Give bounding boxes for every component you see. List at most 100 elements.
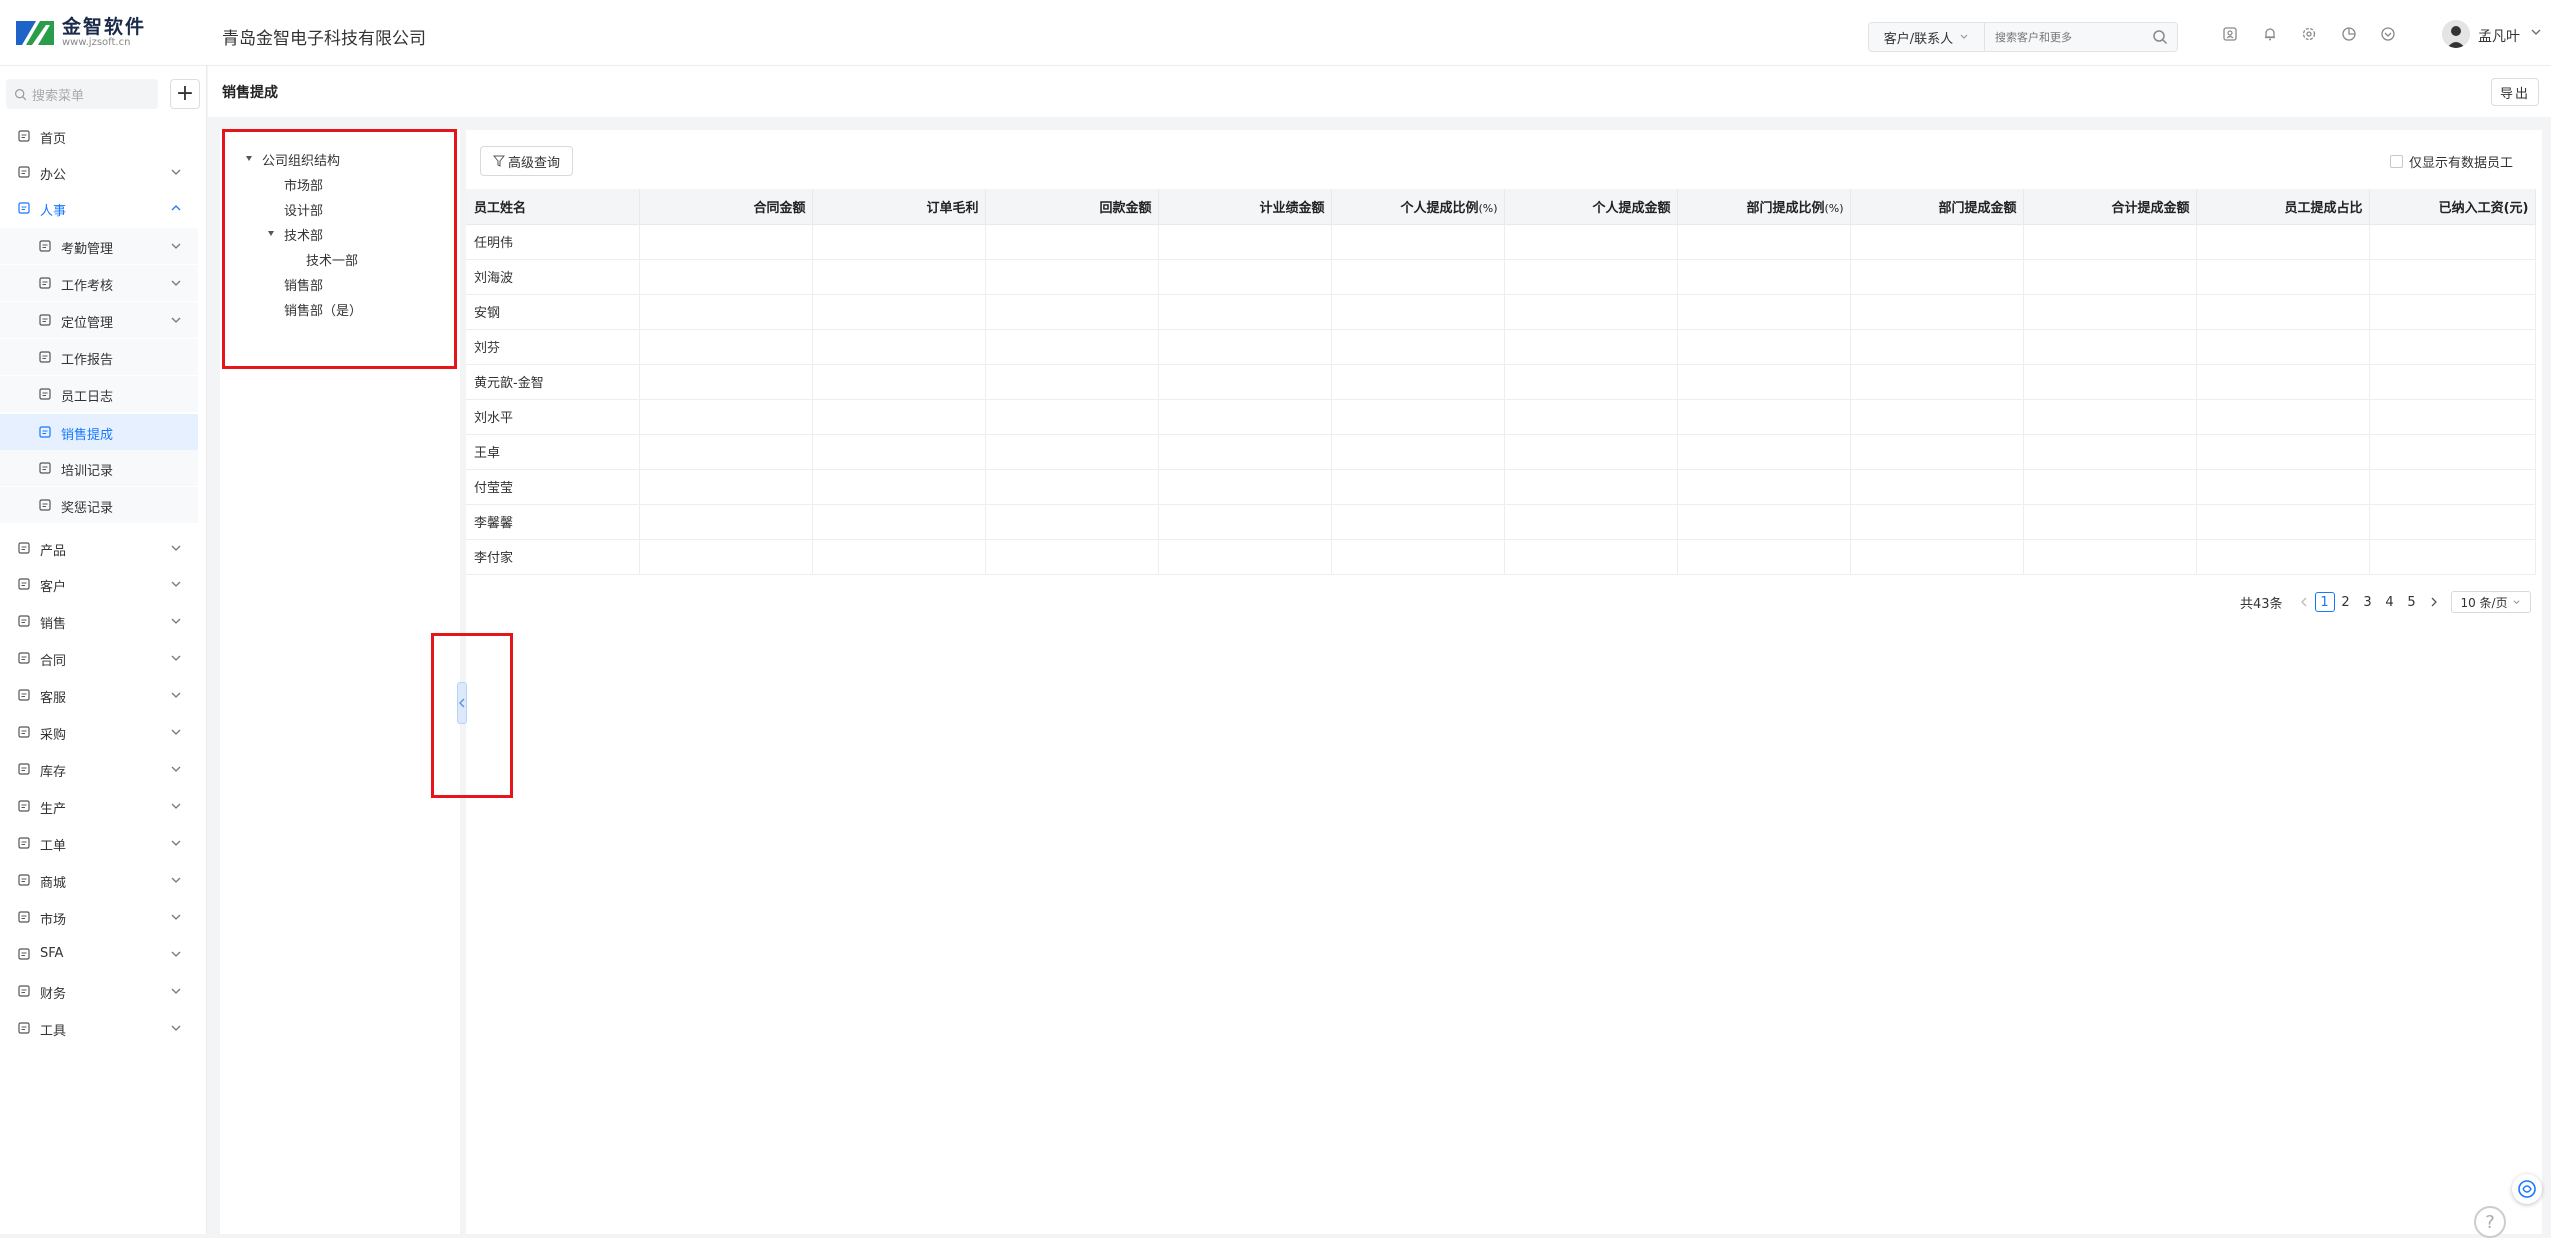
table-row[interactable]: 任明伟 [466, 224, 2536, 260]
logo[interactable]: 金智软件 www.jzsoft.cn [14, 17, 146, 49]
username[interactable]: 孟凡叶 [2478, 26, 2520, 46]
sidebar-item-sales[interactable]: 销售 [0, 603, 198, 639]
export-button[interactable]: 导出 [2491, 78, 2539, 106]
page-number-button[interactable]: 3 [2357, 592, 2379, 612]
global-search: 客户/联系人 [1868, 22, 2178, 52]
column-header[interactable]: 员工提成占比 [2196, 189, 2370, 225]
sidebar-item-reward[interactable]: 奖惩记录 [0, 487, 198, 523]
column-header[interactable]: 个人提成比例(%) [1331, 189, 1505, 225]
sidebar-item-location[interactable]: 定位管理 [0, 302, 198, 338]
table-row[interactable]: 安钢 [466, 294, 2536, 330]
menu-search-input[interactable]: 搜索菜单 [6, 79, 158, 109]
column-header[interactable]: 个人提成金额 [1504, 189, 1678, 225]
page-size-select[interactable]: 10 条/页 [2450, 591, 2531, 613]
prev-page-button[interactable] [2293, 592, 2315, 612]
table-cell [2196, 294, 2370, 330]
sidebar-item-service[interactable]: 客服 [0, 677, 198, 713]
table-cell [639, 399, 813, 435]
table-cell [1850, 364, 2024, 400]
sidebar-item-commission[interactable]: 销售提成 [0, 414, 198, 450]
add-menu-button[interactable]: + [170, 79, 200, 109]
chevron-down-icon[interactable] [2530, 26, 2542, 42]
table-cell [1677, 329, 1851, 365]
next-page-button[interactable] [2423, 592, 2445, 612]
search-type-select[interactable]: 客户/联系人 [1869, 23, 1985, 51]
table-row[interactable]: 王卓 [466, 434, 2536, 470]
search-icon [15, 88, 27, 100]
sidebar-item-training[interactable]: 培训记录 [0, 450, 198, 486]
table-cell [1158, 434, 1332, 470]
sidebar-item-contract[interactable]: 合同 [0, 640, 198, 676]
table-row[interactable]: 李馨馨 [466, 504, 2536, 540]
sidebar-item-attendance[interactable]: 考勤管理 [0, 228, 198, 264]
column-header[interactable]: 员工姓名 [466, 189, 640, 225]
table-cell [1158, 399, 1332, 435]
column-header[interactable]: 已纳入工资(元) [2369, 189, 2536, 225]
gear-icon[interactable] [2299, 24, 2319, 44]
top-header: 金智软件 www.jzsoft.cn 青岛金智电子科技有限公司 客户/联系人 孟… [0, 0, 2551, 66]
bell-icon[interactable] [2260, 24, 2280, 44]
column-header-label: 个人提成金额 [1592, 200, 1671, 216]
sidebar-item-mall[interactable]: 商城 [0, 862, 198, 898]
table-cell [985, 469, 1159, 505]
chevron-down-icon [170, 240, 182, 252]
search-icon[interactable] [2143, 23, 2177, 51]
chat-widget-icon[interactable] [2512, 1174, 2542, 1204]
sidebar-item-inventory[interactable]: 库存 [0, 751, 198, 787]
avatar[interactable] [2442, 20, 2470, 48]
column-header[interactable]: 回款金额 [985, 189, 1159, 225]
table-row[interactable]: 刘水平 [466, 399, 2536, 435]
sidebar-item-purchase[interactable]: 采购 [0, 714, 198, 750]
column-header[interactable]: 部门提成金额 [1850, 189, 2024, 225]
sidebar-item-customer[interactable]: 客户 [0, 566, 198, 602]
sidebar-item-tools[interactable]: 工具 [0, 1010, 198, 1046]
sidebar-item-product[interactable]: 产品 [0, 530, 198, 566]
help-circle-icon[interactable] [2378, 24, 2398, 44]
only-data-checkbox[interactable]: 仅显示有数据员工 [2390, 152, 2513, 171]
percent-suffix: (%) [1824, 201, 1844, 215]
advanced-query-button[interactable]: 高级查询 [480, 146, 573, 176]
sidebar-item-log[interactable]: 员工日志 [0, 376, 198, 412]
table-cell [1158, 539, 1332, 575]
table-cell [812, 329, 986, 365]
question-icon[interactable]: ? [2474, 1206, 2506, 1238]
logo-name: 金智软件 [62, 16, 147, 38]
column-header[interactable]: 计业绩金额 [1158, 189, 1332, 225]
reward-icon [38, 498, 52, 512]
sidebar-item-label: 库存 [40, 765, 67, 780]
table-cell [2023, 434, 2197, 470]
chevron-down-icon [170, 985, 182, 997]
sidebar-item-finance[interactable]: 财务 [0, 973, 198, 1009]
sidebar-item-workorder[interactable]: 工单 [0, 825, 198, 861]
hr-icon [17, 201, 31, 215]
sidebar-item-label: 考勤管理 [61, 242, 114, 257]
page-number-button[interactable]: 5 [2401, 592, 2423, 612]
page-number-button[interactable]: 1 [2314, 592, 2335, 612]
column-header-label: 员工提成占比 [2284, 200, 2363, 216]
page-number-button[interactable]: 2 [2335, 592, 2357, 612]
column-header[interactable]: 订单毛利 [812, 189, 986, 225]
sidebar-item-production[interactable]: 生产 [0, 788, 198, 824]
table-row[interactable]: 李付家 [466, 539, 2536, 575]
table-row[interactable]: 刘海波 [466, 259, 2536, 295]
search-input[interactable] [1985, 23, 2143, 51]
sidebar-item-home[interactable]: 首页 [0, 118, 198, 154]
table-row[interactable]: 黄元歆-金智 [466, 364, 2536, 400]
checkbox-box[interactable] [2390, 155, 2403, 168]
table-row[interactable]: 刘芬 [466, 329, 2536, 365]
sidebar-item-hr[interactable]: 人事 [0, 190, 198, 226]
column-header[interactable]: 合同金额 [639, 189, 813, 225]
chart-icon[interactable] [2339, 24, 2359, 44]
column-header-label: 回款金额 [1099, 200, 1152, 216]
sidebar-item-office[interactable]: 办公 [0, 154, 198, 190]
column-header[interactable]: 合计提成金额 [2023, 189, 2197, 225]
table-row[interactable]: 付莹莹 [466, 469, 2536, 505]
sidebar-item-sfa[interactable]: SFA [0, 936, 198, 972]
table-cell [1331, 504, 1505, 540]
column-header[interactable]: 部门提成比例(%) [1677, 189, 1851, 225]
page-number-button[interactable]: 4 [2379, 592, 2401, 612]
sidebar-item-assessment[interactable]: 工作考核 [0, 265, 198, 301]
sidebar-item-report[interactable]: 工作报告 [0, 339, 198, 375]
contacts-icon[interactable] [2220, 24, 2240, 44]
sidebar-item-market[interactable]: 市场 [0, 899, 198, 935]
